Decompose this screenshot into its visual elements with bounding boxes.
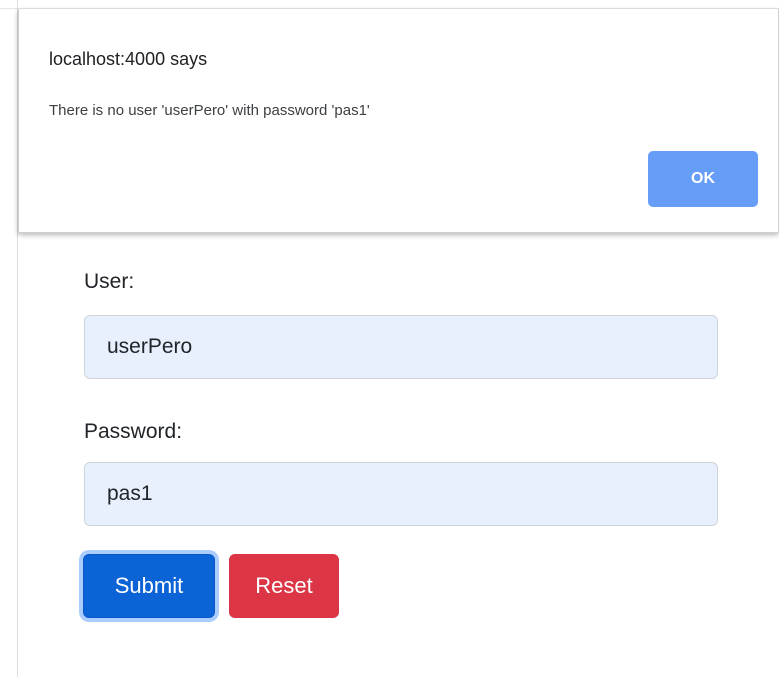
user-label: User: [84,270,135,293]
alert-dialog: localhost:4000 says There is no user 'us… [18,9,779,233]
password-label: Password: [84,420,183,443]
dialog-message: There is no user 'userPero' with passwor… [49,102,370,119]
reset-button[interactable]: Reset [229,554,339,618]
ok-button[interactable]: OK [648,151,758,207]
password-input[interactable] [84,462,718,526]
dialog-title: localhost:4000 says [49,49,208,69]
user-input[interactable] [84,315,718,379]
submit-button[interactable]: Submit [83,554,215,618]
page: User: Password: Submit Reset localhost:4… [0,0,779,677]
